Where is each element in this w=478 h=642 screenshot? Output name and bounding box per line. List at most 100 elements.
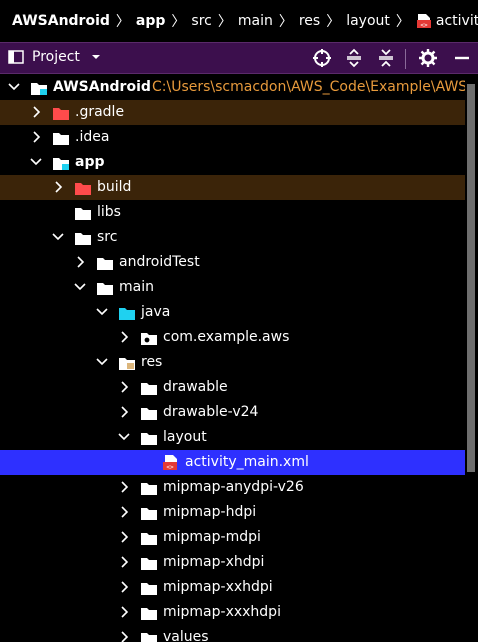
project-tree: AWSAndroid C:\Users\scmacdon\AWS_Code\Exa… [0,74,465,642]
tree-folder-item[interactable]: mipmap-xxxhdpi [0,600,465,625]
tree-item-label: mipmap-hdpi [163,504,257,520]
folder-icon [75,208,91,220]
tree-item-label: layout [163,429,207,445]
chevron-right-icon[interactable] [118,600,130,625]
chevron-right-icon[interactable] [118,400,130,425]
tree-item-label: java [141,304,171,320]
tree-folder-item[interactable]: drawable [0,375,465,400]
breadcrumb-item-app[interactable]: app [133,13,169,29]
chevron-right-icon[interactable] [30,100,42,125]
chevron-down-icon[interactable] [96,350,108,375]
chevron-right-icon[interactable] [30,125,42,150]
folder-icon [75,233,91,245]
tree-folder-item[interactable]: build [0,175,465,200]
tree-item-label: src [97,229,118,245]
chevron-right-icon[interactable] [118,500,130,525]
tree-folder-item[interactable]: drawable-v24 [0,400,465,425]
tree-folder-item[interactable]: .idea [0,125,465,150]
tree-item-label: mipmap-anydpi-v26 [163,479,304,495]
module-folder-icon [53,158,69,170]
tree-folder-item[interactable]: mipmap-anydpi-v26 [0,475,465,500]
package-folder-icon [141,333,157,345]
chevron-down-icon [91,55,100,59]
breadcrumb-separator-icon: 〉 [115,14,130,30]
chevron-right-icon[interactable] [118,625,130,642]
tree-folder-item[interactable]: mipmap-hdpi [0,500,465,525]
chevron-down-icon[interactable] [30,150,42,175]
source-folder-icon [119,308,135,320]
locate-target-icon[interactable] [312,48,332,68]
folder-icon [53,133,69,145]
chevron-right-icon[interactable] [118,375,130,400]
project-view-selector[interactable]: Project [8,49,102,65]
breadcrumb-item-src[interactable]: src [188,13,214,29]
tree-item-label: mipmap-xxhdpi [163,579,273,595]
tree-folder-item[interactable]: .gradle [0,100,465,125]
breadcrumb-separator-icon: 〉 [395,14,410,30]
breadcrumb-separator-icon: 〉 [278,14,293,30]
chevron-down-icon[interactable] [8,75,20,100]
folder-icon [141,558,157,570]
tree-folder-item[interactable]: main [0,275,465,300]
breadcrumb-item-label: activity_main.xml [435,13,478,29]
breadcrumb: AWSAndroid 〉 app 〉 src 〉 main 〉 res 〉 la… [0,0,478,42]
chevron-down-icon[interactable] [96,300,108,325]
expand-all-icon[interactable] [344,48,364,68]
chevron-down-icon[interactable] [52,225,64,250]
tree-item-label: androidTest [119,254,200,270]
project-view-label: Project [32,49,80,65]
chevron-right-icon[interactable] [52,175,64,200]
chevron-right-icon[interactable] [118,525,130,550]
tree-folder-item[interactable]: com.example.aws [0,325,465,350]
tree-folder-item[interactable]: libs [0,200,465,225]
tree-folder-item[interactable]: layout [0,425,465,450]
vertical-scrollbar[interactable] [465,74,478,642]
chevron-right-icon[interactable] [118,475,130,500]
scrollbar-thumb[interactable] [467,84,475,472]
tree-item-label: libs [97,204,121,220]
tree-item-label: drawable [163,379,228,395]
folder-icon [141,608,157,620]
resource-folder-icon [119,358,135,370]
tree-folder-item[interactable]: res [0,350,465,375]
xml-file-icon: <> [163,455,177,470]
breadcrumb-item-awsandroid[interactable]: AWSAndroid [0,13,113,29]
tree-folder-item[interactable]: mipmap-mdpi [0,525,465,550]
chevron-right-icon[interactable] [118,575,130,600]
tree-item-label: build [97,179,132,195]
folder-icon [97,283,113,295]
tree-folder-item[interactable]: values [0,625,465,642]
tree-item-label: mipmap-xxxhdpi [163,604,281,620]
tree-folder-item[interactable]: app [0,150,465,175]
folder-icon [141,383,157,395]
gear-icon[interactable] [418,48,438,68]
tree-folder-item[interactable]: androidTest [0,250,465,275]
chevron-down-icon[interactable] [74,275,86,300]
folder-icon [141,408,157,420]
excluded-folder-icon [75,183,91,195]
breadcrumb-item-activity-main[interactable]: <> activity_main.xml [413,13,478,29]
tree-item-label: app [75,154,105,170]
tree-folder-item[interactable]: AWSAndroid C:\Users\scmacdon\AWS_Code\Exa… [0,75,465,100]
chevron-right-icon[interactable] [74,250,86,275]
chevron-right-icon[interactable] [118,325,130,350]
breadcrumb-item-res[interactable]: res [296,13,323,29]
tree-folder-item[interactable]: mipmap-xxhdpi [0,575,465,600]
hide-panel-icon[interactable] [452,48,472,68]
chevron-down-icon[interactable] [118,425,130,450]
breadcrumb-item-layout[interactable]: layout [343,13,393,29]
tree-item-label: mipmap-mdpi [163,529,261,545]
folder-icon [97,258,113,270]
tree-file-item[interactable]: <> activity_main.xml [0,450,465,475]
folder-icon [141,633,157,642]
tree-folder-item[interactable]: src [0,225,465,250]
xml-file-icon: <> [416,14,431,29]
breadcrumb-item-main[interactable]: main [235,13,276,29]
collapse-all-icon[interactable] [376,48,396,68]
folder-icon [141,483,157,495]
chevron-right-icon[interactable] [118,550,130,575]
breadcrumb-separator-icon: 〉 [326,14,341,30]
tree-item-label: drawable-v24 [163,404,259,420]
tree-folder-item[interactable]: mipmap-xhdpi [0,550,465,575]
tree-folder-item[interactable]: java [0,300,465,325]
